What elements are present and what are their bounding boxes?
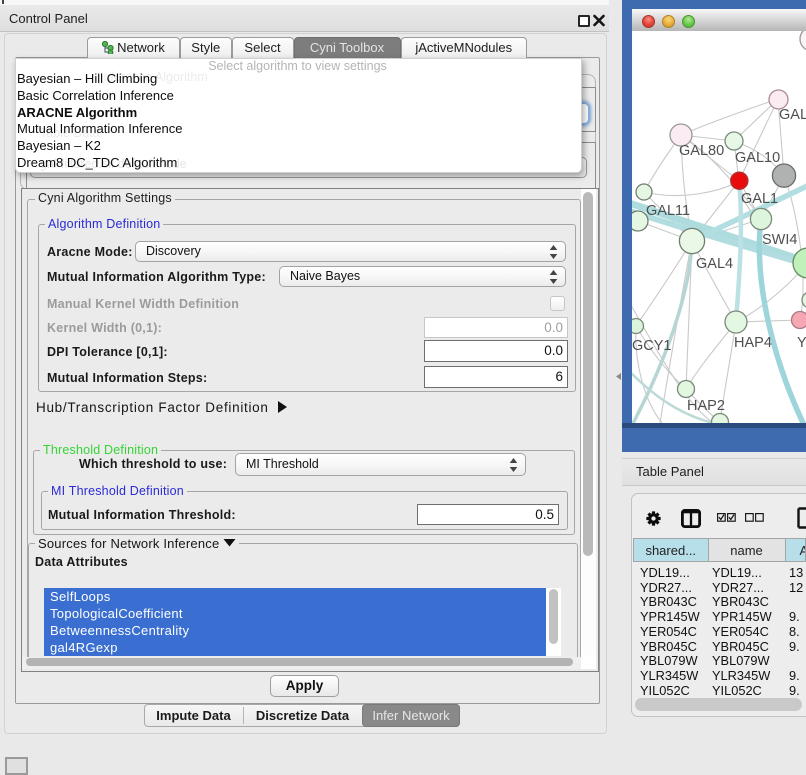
svg-text:GAL11: GAL11 xyxy=(646,203,690,219)
svg-text:GAL2: GAL2 xyxy=(779,107,806,123)
svg-text:YJ: YJ xyxy=(797,335,806,351)
svg-text:SWI4: SWI4 xyxy=(762,232,797,248)
svg-text:GCY1: GCY1 xyxy=(632,338,672,354)
svg-text:GAL80: GAL80 xyxy=(679,143,724,159)
svg-text:GAL4: GAL4 xyxy=(696,256,733,272)
svg-text:GAL1: GAL1 xyxy=(741,191,778,207)
svg-text:HAP2: HAP2 xyxy=(687,398,725,414)
svg-text:GAL10: GAL10 xyxy=(735,150,780,166)
svg-text:HAP4: HAP4 xyxy=(734,335,772,351)
